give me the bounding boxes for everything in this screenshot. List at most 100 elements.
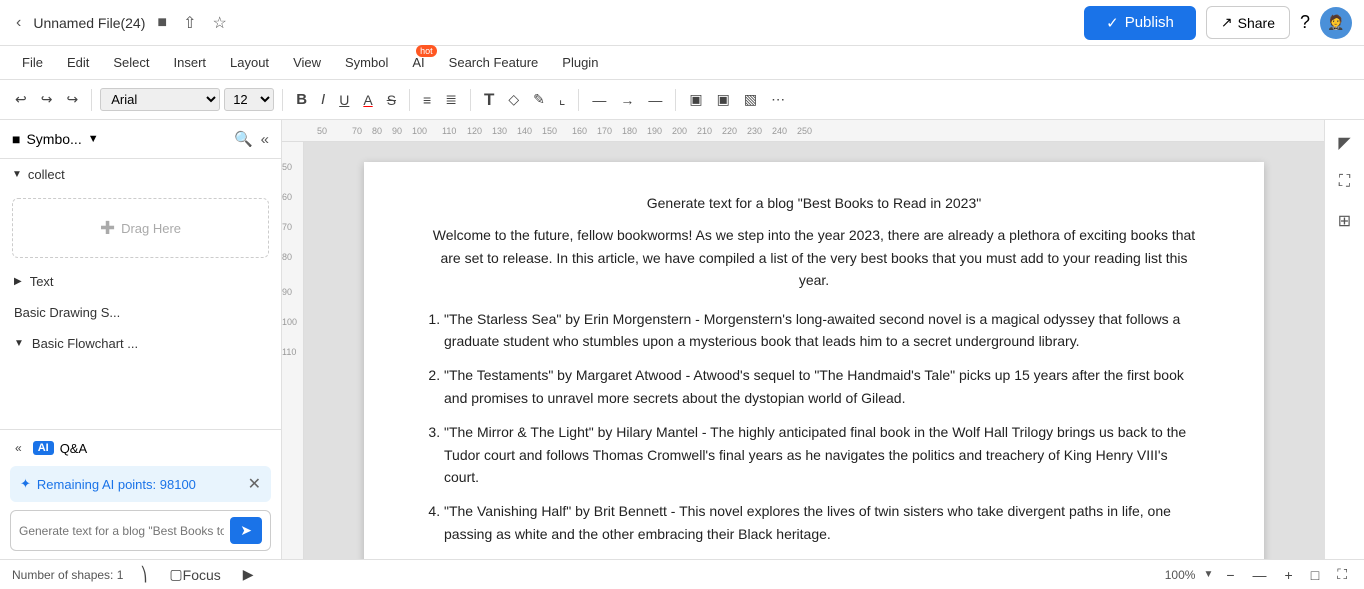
title-bar-right: ✓ Publish ↗ Share ? 🤵 bbox=[1084, 6, 1352, 40]
menu-file[interactable]: File bbox=[12, 51, 53, 74]
align-button[interactable]: ≡ bbox=[418, 89, 436, 111]
zoom-dropdown-icon: ▼ bbox=[1203, 569, 1213, 580]
sidebar-item-text[interactable]: ▶ Text bbox=[0, 266, 281, 297]
sidebar-collect-header[interactable]: ▼ collect bbox=[0, 159, 281, 190]
layers-button[interactable]: ⎞ bbox=[135, 563, 152, 586]
remaining-points-label: Remaining AI points: 98100 bbox=[37, 477, 196, 492]
avatar[interactable]: 🤵 bbox=[1320, 7, 1352, 39]
title-nav: ‹ bbox=[12, 12, 25, 34]
menu-plugin[interactable]: Plugin bbox=[552, 51, 608, 74]
zoom-out-button[interactable]: − bbox=[1221, 564, 1239, 586]
focus-label: Focus bbox=[183, 567, 221, 583]
sidebar-item-basic-drawing[interactable]: Basic Drawing S... bbox=[0, 297, 281, 328]
ai-panel-collapse-button[interactable]: « bbox=[10, 438, 27, 458]
canvas-content[interactable]: Generate text for a blog "Best Books to … bbox=[304, 142, 1324, 559]
fullscreen-button[interactable]: ⛶ bbox=[1332, 563, 1352, 586]
sidebar-icons: 🔍 « bbox=[234, 130, 269, 148]
line-tool-button[interactable]: — bbox=[587, 89, 611, 111]
italic-button[interactable]: I bbox=[316, 88, 330, 111]
drag-here-area[interactable]: ✚ Drag Here bbox=[12, 198, 269, 258]
menu-search-feature[interactable]: Search Feature bbox=[439, 51, 549, 74]
status-bar-center: Number of shapes: 1 ⎞ ▢ Focus ▶ bbox=[12, 563, 259, 586]
menu-ai[interactable]: AI hot bbox=[402, 51, 434, 74]
remaining-points: ✦ Remaining AI points: 98100 bbox=[20, 476, 196, 492]
strikethrough-button[interactable]: S bbox=[382, 89, 401, 111]
table-tool-button[interactable]: ▧ bbox=[739, 88, 762, 111]
canvas-text-area: Generate text for a blog "Best Books to … bbox=[424, 192, 1204, 545]
sidebar: ■ Symbo... ▼ 🔍 « ▼ collect ✚ Drag Here ▶… bbox=[0, 120, 282, 559]
sidebar-item-text-arrow: ▶ bbox=[14, 276, 22, 287]
canvas-blog-title: Generate text for a blog "Best Books to … bbox=[424, 192, 1204, 214]
share-button[interactable]: ↗ Share bbox=[1206, 6, 1290, 39]
copy-tool-button[interactable]: ▣ bbox=[712, 88, 735, 111]
right-image-button[interactable]: ⛶ bbox=[1334, 168, 1355, 196]
help-button[interactable]: ? bbox=[1300, 12, 1310, 33]
menu-insert[interactable]: Insert bbox=[164, 51, 217, 74]
right-shape-button[interactable]: ◤ bbox=[1333, 128, 1355, 158]
export-icon-button[interactable]: ⇧ bbox=[179, 11, 200, 35]
status-bar-right: 100% ▼ − — + □ ⛶ bbox=[1165, 563, 1352, 586]
share-label: Share bbox=[1238, 15, 1275, 31]
underline-button[interactable]: U bbox=[334, 89, 354, 111]
close-points-button[interactable]: ✕ bbox=[248, 474, 261, 494]
separator-5 bbox=[578, 89, 579, 111]
publish-button[interactable]: ✓ Publish bbox=[1084, 6, 1196, 40]
horizontal-ruler: 50 70 80 90 100 110 120 130 140 150 160 … bbox=[282, 120, 1324, 142]
font-color-button[interactable]: A bbox=[358, 89, 377, 111]
redo-button[interactable]: ↪ bbox=[36, 88, 58, 111]
ai-input[interactable] bbox=[19, 524, 224, 538]
canvas-intro: Welcome to the future, fellow bookworms!… bbox=[424, 224, 1204, 291]
zoom-percent-label: 100% bbox=[1165, 568, 1196, 582]
menu-view[interactable]: View bbox=[283, 51, 331, 74]
canvas-page: Generate text for a blog "Best Books to … bbox=[364, 162, 1264, 559]
line-spacing-button[interactable]: ≣ bbox=[440, 88, 462, 111]
ai-panel-header: « AI Q&A bbox=[10, 438, 271, 458]
focus-button[interactable]: ▢ Focus bbox=[164, 563, 225, 586]
font-family-select[interactable]: Arial bbox=[100, 88, 220, 111]
menu-select[interactable]: Select bbox=[103, 51, 159, 74]
arrow-tool-button[interactable]: → bbox=[615, 89, 639, 111]
fit-page-button[interactable]: □ bbox=[1306, 564, 1324, 586]
main-area: ■ Symbo... ▼ 🔍 « ▼ collect ✚ Drag Here ▶… bbox=[0, 120, 1364, 559]
play-button[interactable]: ▶ bbox=[238, 563, 259, 586]
text-tool-button[interactable]: T bbox=[479, 87, 499, 113]
canvas-book-list: "The Starless Sea" by Erin Morgenstern -… bbox=[424, 308, 1204, 546]
star-icon-button[interactable]: ☆ bbox=[208, 11, 230, 35]
right-toolbar: ◤ ⛶ ⊞ bbox=[1324, 120, 1364, 559]
format-button[interactable]: ↪ bbox=[61, 88, 83, 111]
sidebar-search-button[interactable]: 🔍 bbox=[234, 130, 253, 148]
dash-tool-button[interactable]: ― bbox=[643, 89, 667, 111]
right-grid-button[interactable]: ⊞ bbox=[1333, 206, 1356, 236]
pen-tool-button[interactable]: ✎ bbox=[528, 88, 550, 111]
frame-tool-button[interactable]: ▣ bbox=[684, 88, 707, 111]
drag-here-label: Drag Here bbox=[121, 221, 181, 236]
connector-tool-button[interactable]: ⌞ bbox=[554, 88, 571, 111]
menu-layout[interactable]: Layout bbox=[220, 51, 279, 74]
more-tools-button[interactable]: ⋯ bbox=[766, 88, 790, 111]
file-name: Unnamed File(24) bbox=[33, 15, 145, 31]
shape-tool-button[interactable]: ◇ bbox=[503, 88, 524, 111]
menu-edit[interactable]: Edit bbox=[57, 51, 99, 74]
ai-panel-points: ✦ Remaining AI points: 98100 ✕ bbox=[10, 466, 271, 502]
drag-here-plus-icon: ✚ bbox=[100, 218, 115, 239]
font-size-select[interactable]: 12 bbox=[224, 88, 274, 111]
undo-button[interactable]: ↩ bbox=[10, 88, 32, 111]
menu-symbol[interactable]: Symbol bbox=[335, 51, 398, 74]
menu-bar: File Edit Select Insert Layout View Symb… bbox=[0, 46, 1364, 80]
canvas-with-ruler: 50 60 70 80 90 100 110 Generate text for… bbox=[282, 142, 1324, 559]
hot-badge: hot bbox=[416, 45, 437, 57]
zoom-in-button[interactable]: + bbox=[1280, 564, 1298, 586]
separator-3 bbox=[409, 89, 410, 111]
canvas-area: 50 70 80 90 100 110 120 130 140 150 160 … bbox=[282, 120, 1324, 559]
sidebar-panel-icon: ■ bbox=[12, 131, 20, 147]
bold-button[interactable]: B bbox=[291, 88, 312, 111]
back-button[interactable]: ‹ bbox=[12, 12, 25, 34]
ai-panel: « AI Q&A ✦ Remaining AI points: 98100 ✕ … bbox=[0, 429, 281, 559]
share-icon: ↗ bbox=[1221, 14, 1233, 31]
list-item: "The Starless Sea" by Erin Morgenstern -… bbox=[444, 308, 1204, 353]
sidebar-collapse-button[interactable]: « bbox=[261, 130, 269, 148]
publish-icon: ✓ bbox=[1106, 14, 1119, 32]
sidebar-item-basic-flowchart[interactable]: ▼ Basic Flowchart ... bbox=[0, 328, 281, 359]
ai-send-button[interactable]: ➤ bbox=[230, 517, 262, 544]
save-icon-button[interactable]: ■ bbox=[153, 12, 171, 34]
